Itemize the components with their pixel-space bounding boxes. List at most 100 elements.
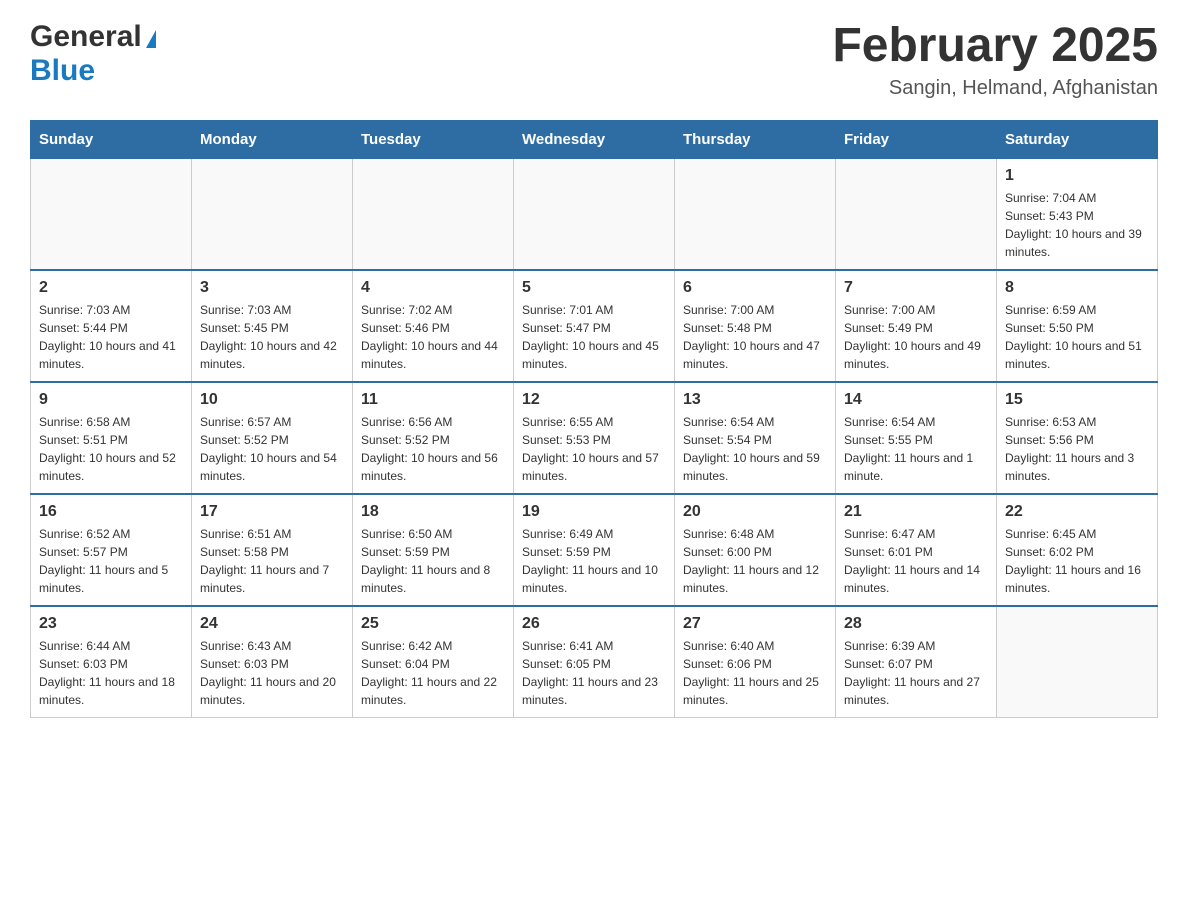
table-row: 16 Sunrise: 6:52 AMSunset: 5:57 PMDayligh… — [31, 494, 192, 606]
col-monday: Monday — [192, 120, 353, 158]
day-number: 15 — [1005, 391, 1149, 409]
table-row: 5 Sunrise: 7:01 AMSunset: 5:47 PMDaylight… — [514, 270, 675, 382]
table-row: 9 Sunrise: 6:58 AMSunset: 5:51 PMDaylight… — [31, 382, 192, 494]
calendar-week-5: 23Sunrise: 6:44 AMSunset: 6:03 PMDayligh… — [31, 606, 1158, 718]
calendar-week-3: 9 Sunrise: 6:58 AMSunset: 5:51 PMDaylight… — [31, 382, 1158, 494]
day-info: Sunrise: 6:39 AMSunset: 6:07 PMDaylight:… — [844, 637, 988, 709]
location-subtitle: Sangin, Helmand, Afghanistan — [832, 77, 1158, 100]
day-info: Sunrise: 7:02 AMSunset: 5:46 PMDaylight:… — [361, 301, 505, 373]
table-row: 19Sunrise: 6:49 AMSunset: 5:59 PMDayligh… — [514, 494, 675, 606]
day-info: Sunrise: 6:42 AMSunset: 6:04 PMDaylight:… — [361, 637, 505, 709]
day-info: Sunrise: 6:58 AMSunset: 5:51 PMDaylight:… — [39, 413, 183, 485]
calendar-week-2: 2Sunrise: 7:03 AMSunset: 5:44 PMDaylight… — [31, 270, 1158, 382]
table-row: 10Sunrise: 6:57 AMSunset: 5:52 PMDayligh… — [192, 382, 353, 494]
table-row: 21 Sunrise: 6:47 AMSunset: 6:01 PMDayligh… — [836, 494, 997, 606]
table-row: 17 Sunrise: 6:51 AMSunset: 5:58 PMDayligh… — [192, 494, 353, 606]
day-number: 7 — [844, 279, 988, 297]
table-row: 20 Sunrise: 6:48 AMSunset: 6:00 PMDayligh… — [675, 494, 836, 606]
day-info: Sunrise: 6:48 AMSunset: 6:00 PMDaylight:… — [683, 525, 827, 597]
table-row: 24 Sunrise: 6:43 AMSunset: 6:03 PMDayligh… — [192, 606, 353, 718]
day-info: Sunrise: 6:44 AMSunset: 6:03 PMDaylight:… — [39, 637, 183, 709]
calendar-header-row: Sunday Monday Tuesday Wednesday Thursday… — [31, 120, 1158, 158]
table-row: 6 Sunrise: 7:00 AMSunset: 5:48 PMDaylight… — [675, 270, 836, 382]
day-number: 16 — [39, 503, 183, 521]
day-number: 28 — [844, 615, 988, 633]
page-header: General Blue February 2025 Sangin, Helma… — [30, 20, 1158, 100]
day-number: 24 — [200, 615, 344, 633]
day-info: Sunrise: 7:03 AMSunset: 5:44 PMDaylight:… — [39, 301, 183, 373]
table-row: 23Sunrise: 6:44 AMSunset: 6:03 PMDayligh… — [31, 606, 192, 718]
table-row: 1 Sunrise: 7:04 AMSunset: 5:43 PMDaylight… — [997, 158, 1158, 270]
day-number: 12 — [522, 391, 666, 409]
day-info: Sunrise: 6:52 AMSunset: 5:57 PMDaylight:… — [39, 525, 183, 597]
day-info: Sunrise: 7:00 AMSunset: 5:48 PMDaylight:… — [683, 301, 827, 373]
day-number: 17 — [200, 503, 344, 521]
table-row — [353, 158, 514, 270]
day-info: Sunrise: 6:56 AMSunset: 5:52 PMDaylight:… — [361, 413, 505, 485]
day-number: 4 — [361, 279, 505, 297]
day-info: Sunrise: 6:41 AMSunset: 6:05 PMDaylight:… — [522, 637, 666, 709]
logo: General Blue — [30, 20, 156, 88]
table-row: 3 Sunrise: 7:03 AMSunset: 5:45 PMDaylight… — [192, 270, 353, 382]
table-row: 26 Sunrise: 6:41 AMSunset: 6:05 PMDayligh… — [514, 606, 675, 718]
title-area: February 2025 Sangin, Helmand, Afghanist… — [832, 20, 1158, 100]
day-info: Sunrise: 6:53 AMSunset: 5:56 PMDaylight:… — [1005, 413, 1149, 485]
day-number: 11 — [361, 391, 505, 409]
day-number: 22 — [1005, 503, 1149, 521]
table-row: 22Sunrise: 6:45 AMSunset: 6:02 PMDayligh… — [997, 494, 1158, 606]
day-number: 13 — [683, 391, 827, 409]
day-info: Sunrise: 6:55 AMSunset: 5:53 PMDaylight:… — [522, 413, 666, 485]
day-info: Sunrise: 7:03 AMSunset: 5:45 PMDaylight:… — [200, 301, 344, 373]
table-row: 4 Sunrise: 7:02 AMSunset: 5:46 PMDaylight… — [353, 270, 514, 382]
col-friday: Friday — [836, 120, 997, 158]
day-number: 6 — [683, 279, 827, 297]
day-info: Sunrise: 6:54 AMSunset: 5:55 PMDaylight:… — [844, 413, 988, 485]
table-row: 13 Sunrise: 6:54 AMSunset: 5:54 PMDayligh… — [675, 382, 836, 494]
table-row: 18 Sunrise: 6:50 AMSunset: 5:59 PMDayligh… — [353, 494, 514, 606]
day-number: 3 — [200, 279, 344, 297]
day-info: Sunrise: 6:57 AMSunset: 5:52 PMDaylight:… — [200, 413, 344, 485]
day-info: Sunrise: 7:04 AMSunset: 5:43 PMDaylight:… — [1005, 189, 1149, 261]
day-info: Sunrise: 7:01 AMSunset: 5:47 PMDaylight:… — [522, 301, 666, 373]
col-tuesday: Tuesday — [353, 120, 514, 158]
day-number: 9 — [39, 391, 183, 409]
day-info: Sunrise: 6:40 AMSunset: 6:06 PMDaylight:… — [683, 637, 827, 709]
month-title: February 2025 — [832, 20, 1158, 73]
day-info: Sunrise: 6:54 AMSunset: 5:54 PMDaylight:… — [683, 413, 827, 485]
table-row — [192, 158, 353, 270]
table-row: 14 Sunrise: 6:54 AMSunset: 5:55 PMDayligh… — [836, 382, 997, 494]
day-number: 5 — [522, 279, 666, 297]
day-number: 8 — [1005, 279, 1149, 297]
table-row: 25 Sunrise: 6:42 AMSunset: 6:04 PMDayligh… — [353, 606, 514, 718]
day-number: 26 — [522, 615, 666, 633]
logo-general: General — [30, 20, 142, 54]
table-row: 12 Sunrise: 6:55 AMSunset: 5:53 PMDayligh… — [514, 382, 675, 494]
day-number: 18 — [361, 503, 505, 521]
table-row: 7 Sunrise: 7:00 AMSunset: 5:49 PMDaylight… — [836, 270, 997, 382]
day-number: 21 — [844, 503, 988, 521]
calendar-table: Sunday Monday Tuesday Wednesday Thursday… — [30, 120, 1158, 718]
day-number: 14 — [844, 391, 988, 409]
table-row — [675, 158, 836, 270]
day-info: Sunrise: 7:00 AMSunset: 5:49 PMDaylight:… — [844, 301, 988, 373]
col-thursday: Thursday — [675, 120, 836, 158]
day-info: Sunrise: 6:50 AMSunset: 5:59 PMDaylight:… — [361, 525, 505, 597]
day-number: 1 — [1005, 167, 1149, 185]
day-info: Sunrise: 6:47 AMSunset: 6:01 PMDaylight:… — [844, 525, 988, 597]
table-row: 15 Sunrise: 6:53 AMSunset: 5:56 PMDayligh… — [997, 382, 1158, 494]
col-sunday: Sunday — [31, 120, 192, 158]
table-row — [836, 158, 997, 270]
day-info: Sunrise: 6:43 AMSunset: 6:03 PMDaylight:… — [200, 637, 344, 709]
table-row: 11 Sunrise: 6:56 AMSunset: 5:52 PMDayligh… — [353, 382, 514, 494]
table-row: 28 Sunrise: 6:39 AMSunset: 6:07 PMDayligh… — [836, 606, 997, 718]
day-number: 25 — [361, 615, 505, 633]
day-info: Sunrise: 6:49 AMSunset: 5:59 PMDaylight:… — [522, 525, 666, 597]
col-saturday: Saturday — [997, 120, 1158, 158]
table-row — [997, 606, 1158, 718]
day-number: 20 — [683, 503, 827, 521]
logo-blue: Blue — [30, 54, 95, 87]
col-wednesday: Wednesday — [514, 120, 675, 158]
day-info: Sunrise: 6:51 AMSunset: 5:58 PMDaylight:… — [200, 525, 344, 597]
table-row: 8Sunrise: 6:59 AMSunset: 5:50 PMDaylight… — [997, 270, 1158, 382]
table-row: 2Sunrise: 7:03 AMSunset: 5:44 PMDaylight… — [31, 270, 192, 382]
